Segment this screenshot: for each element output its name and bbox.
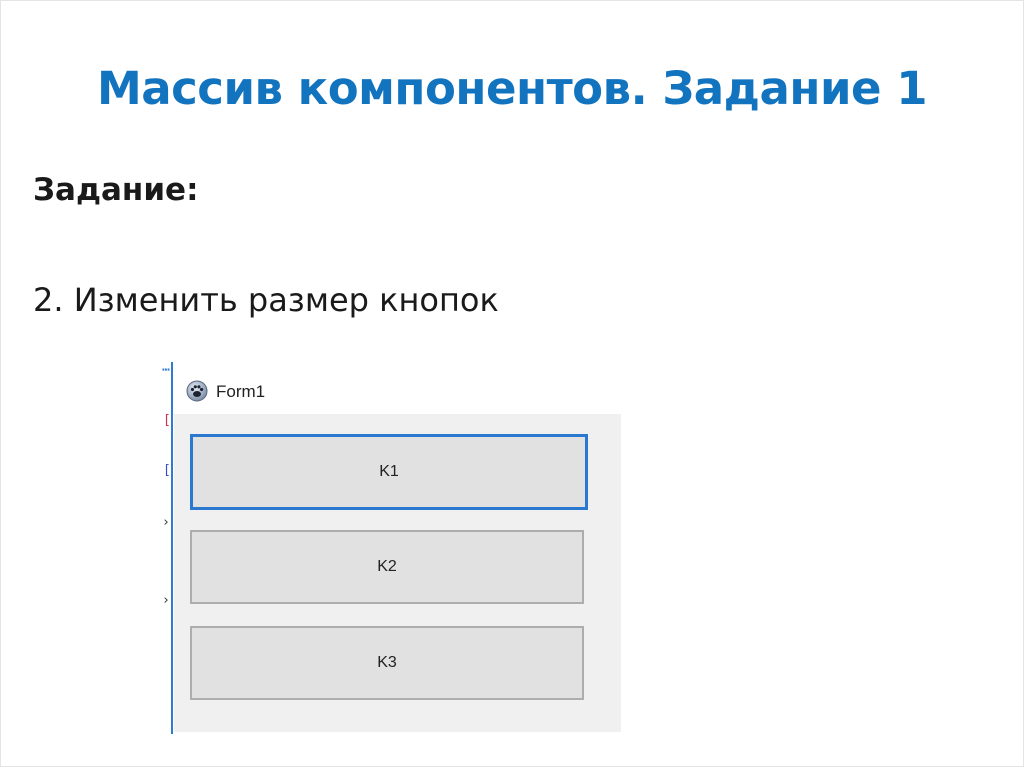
k1-button[interactable]: K1 [190, 434, 588, 510]
gutter-mark: ┅ [162, 363, 170, 378]
task-heading: Задание: [33, 172, 199, 208]
k2-button[interactable]: K2 [190, 530, 584, 604]
gutter-mark: [ [163, 463, 171, 478]
form-client-area: K1 K2 K3 [174, 414, 621, 732]
task-item: 2. Изменить размер кнопок [33, 281, 499, 319]
editor-margin-line [171, 362, 173, 734]
form-title-bar[interactable]: Form1 [174, 374, 620, 414]
gutter-mark: › [162, 593, 170, 608]
gutter-mark: › [162, 515, 170, 530]
slide-title: Массив компонентов. Задание 1 [96, 62, 928, 115]
form-title: Form1 [216, 382, 266, 401]
gutter-mark: [ [163, 413, 171, 428]
k3-button[interactable]: K3 [190, 626, 584, 700]
paw-icon [186, 380, 208, 402]
ide-editor-gutter: ┅ [ [ › › [160, 362, 173, 734]
form-screenshot: ┅ [ [ › › Form1 K1 K2 K3 [160, 362, 622, 734]
